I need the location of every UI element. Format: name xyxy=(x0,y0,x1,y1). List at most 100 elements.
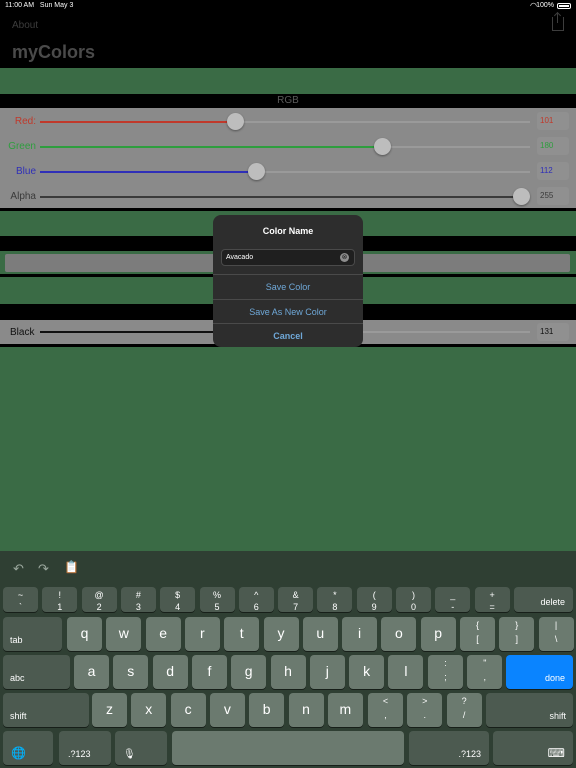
color-name-input[interactable]: Avacado ⊗ xyxy=(221,249,355,266)
key-l[interactable]: l xyxy=(388,655,424,689)
key-label: _ xyxy=(450,590,456,600)
key-label: shift xyxy=(549,711,566,721)
about-button[interactable]: About xyxy=(12,20,38,31)
abc-key[interactable]: abc xyxy=(3,655,70,689)
key-label: ⌨ xyxy=(547,746,565,760)
blue-label: Blue xyxy=(15,166,36,177)
key-b[interactable]: b xyxy=(249,693,285,727)
alpha-slider[interactable] xyxy=(40,188,530,205)
green-slider[interactable] xyxy=(40,138,530,155)
symbol-key[interactable]: ", xyxy=(467,655,503,689)
numbers-key[interactable]: .?123 xyxy=(59,731,111,765)
key-y[interactable]: y xyxy=(263,617,299,651)
undo-icon[interactable]: ↶ xyxy=(13,561,24,577)
key-e[interactable]: e xyxy=(145,617,181,651)
key-s[interactable]: s xyxy=(113,655,149,689)
alpha-slider-thumb[interactable] xyxy=(513,188,530,205)
key-label: ~ xyxy=(17,590,24,600)
key-u[interactable]: u xyxy=(302,617,338,651)
key-j[interactable]: j xyxy=(309,655,345,689)
key-i[interactable]: i xyxy=(342,617,378,651)
numbers-key-right[interactable]: .?123 xyxy=(409,731,489,765)
hide-keyboard-key[interactable]: ⌨ xyxy=(493,731,573,765)
tab-key[interactable]: tab xyxy=(3,617,62,651)
key-f[interactable]: f xyxy=(191,655,227,689)
key-label: ^ xyxy=(254,590,259,600)
key-p[interactable]: p xyxy=(420,617,456,651)
save-as-new-color-button[interactable]: Save As New Color xyxy=(213,299,363,323)
delete-key[interactable]: delete xyxy=(514,587,573,612)
space-key[interactable] xyxy=(172,731,404,765)
cancel-button[interactable]: Cancel xyxy=(213,323,363,347)
key-h[interactable]: h xyxy=(270,655,306,689)
key-9[interactable]: (9 xyxy=(356,587,392,612)
key-x[interactable]: x xyxy=(131,693,167,727)
key-n[interactable]: n xyxy=(288,693,324,727)
share-icon[interactable] xyxy=(552,13,564,31)
slider-fill xyxy=(40,196,521,198)
key-label: / xyxy=(462,710,466,720)
globe-key[interactable]: 🌐 xyxy=(3,731,53,765)
symbol-key[interactable]: {[ xyxy=(460,617,495,651)
key-label: = xyxy=(489,602,495,612)
symbol-key[interactable]: <, xyxy=(368,693,403,727)
key-q[interactable]: q xyxy=(67,617,102,651)
paste-icon[interactable]: 📋 xyxy=(64,560,79,574)
symbol-key[interactable]: | \ xyxy=(538,617,574,651)
key-10[interactable]: ) 0 xyxy=(396,587,431,612)
shift-key[interactable]: shift xyxy=(3,693,89,727)
red-slider[interactable] xyxy=(40,113,530,130)
symbol-key[interactable]: }] xyxy=(499,617,535,651)
key-v[interactable]: v xyxy=(209,693,245,727)
key-g[interactable]: g xyxy=(231,655,267,689)
key-t[interactable]: t xyxy=(224,617,260,651)
key-3[interactable]: #3 xyxy=(120,587,156,612)
microphone-key[interactable]: 🎙 xyxy=(115,731,167,765)
key-label: > xyxy=(422,696,428,706)
symbol-key[interactable]: >. xyxy=(407,693,443,727)
key-d[interactable]: d xyxy=(152,655,188,689)
green-slider-thumb[interactable] xyxy=(374,138,391,155)
red-value[interactable]: 101 xyxy=(537,112,569,130)
key-label: s xyxy=(127,663,135,679)
blue-slider[interactable] xyxy=(40,163,530,180)
key-label: - xyxy=(451,602,455,612)
key-label: * xyxy=(333,590,337,600)
key-12[interactable]: + = xyxy=(474,587,510,612)
key-c[interactable]: c xyxy=(170,693,206,727)
alpha-value[interactable]: 255 xyxy=(537,187,569,205)
key-5[interactable]: % 5 xyxy=(199,587,235,612)
green-value[interactable]: 180 xyxy=(537,137,569,155)
key-w[interactable]: w xyxy=(106,617,142,651)
dialog-title: Color Name xyxy=(262,226,314,236)
clear-icon[interactable]: ⊗ xyxy=(340,253,349,262)
key-4[interactable]: $4 xyxy=(160,587,196,612)
red-slider-thumb[interactable] xyxy=(227,113,244,130)
key-a[interactable]: a xyxy=(74,655,109,689)
key-label: % xyxy=(212,590,221,600)
key-r[interactable]: r xyxy=(184,617,220,651)
key-11[interactable]: _ - xyxy=(435,587,471,612)
key-o[interactable]: o xyxy=(381,617,417,651)
key-label: # xyxy=(135,590,141,600)
key-label: j xyxy=(325,663,329,679)
key-z[interactable]: z xyxy=(92,693,127,727)
blue-value[interactable]: 112 xyxy=(537,162,569,180)
save-color-button[interactable]: Save Color xyxy=(213,274,363,298)
shift-right-key[interactable]: shift xyxy=(486,693,573,727)
key-6[interactable]: ^ 6 xyxy=(238,587,274,612)
symbol-key[interactable]: ? / xyxy=(446,693,482,727)
key-label: ) xyxy=(412,590,415,600)
symbol-key[interactable]: :; xyxy=(428,655,463,689)
done-key[interactable]: done xyxy=(506,655,573,689)
key-1[interactable]: ! 1 xyxy=(42,587,78,612)
black-value[interactable]: 131 xyxy=(537,323,569,341)
key-8[interactable]: * 8 xyxy=(317,587,353,612)
key-7[interactable]: & 7 xyxy=(278,587,314,612)
key-0[interactable]: ~ ` xyxy=(3,587,38,612)
key-k[interactable]: k xyxy=(349,655,385,689)
key-m[interactable]: m xyxy=(327,693,363,727)
key-2[interactable]: @2 xyxy=(81,587,117,612)
blue-slider-thumb[interactable] xyxy=(248,163,265,180)
redo-icon[interactable]: ↷ xyxy=(38,561,49,577)
